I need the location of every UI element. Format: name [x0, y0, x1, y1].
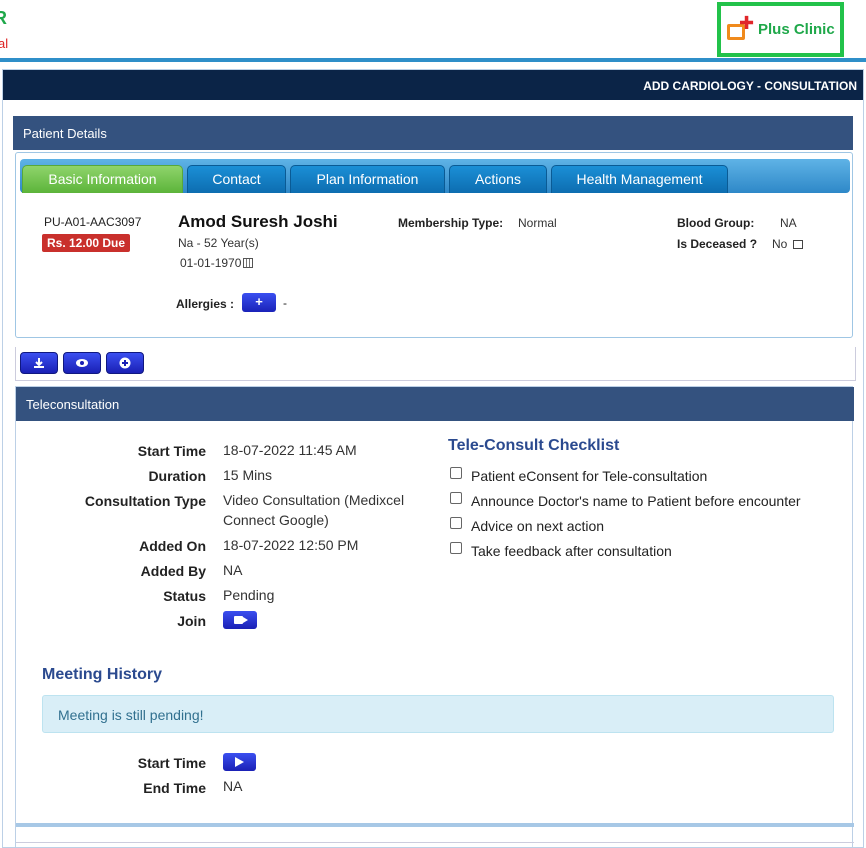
consultation-type-label: Consultation Type [84, 493, 206, 509]
patient-action-toolbar [15, 347, 856, 381]
add-allergy-button[interactable]: + [242, 293, 276, 312]
checklist-item-label: Patient eConsent for Tele-consultation [471, 468, 708, 484]
download-button[interactable] [20, 352, 58, 374]
added-on-label: Added On [139, 538, 206, 554]
deceased-value: No [772, 237, 788, 251]
patient-gender-age: Na - 52 Year(s) [178, 236, 259, 250]
section-divider [16, 842, 854, 843]
consultation-type-value: Video Consultation (Medixcel Connect Goo… [223, 492, 405, 528]
brand-name: Plus Clinic [758, 21, 835, 38]
history-start-label: Start Time [137, 755, 206, 771]
main-panel: ADD CARDIOLOGY - CONSULTATION Patient De… [2, 69, 864, 848]
download-icon [34, 358, 44, 368]
eye-icon [76, 359, 88, 367]
teleconsultation-card: Teleconsultation Start Time 18-07-2022 1… [15, 386, 854, 848]
added-by-label: Added By [140, 563, 206, 579]
tab-basic-information[interactable]: Basic Information [22, 165, 183, 193]
start-time-value: 18-07-2022 11:45 AM [223, 442, 357, 458]
edit-icon[interactable] [792, 240, 803, 249]
dob-value: 01-01-1970 [180, 256, 242, 270]
checklist-checkbox[interactable] [450, 492, 462, 504]
patient-id: PU-A01-AAC3097 [44, 215, 142, 229]
view-button[interactable] [63, 352, 101, 374]
status-label: Status [163, 588, 206, 604]
teleconsultation-title: Teleconsultation [26, 397, 120, 412]
meeting-history-title: Meeting History [42, 666, 163, 683]
deceased-value-group: No [772, 237, 803, 251]
logo-text-fragment: al [0, 36, 9, 51]
checklist-item: Take feedback after consultation [450, 542, 672, 559]
membership-value: Normal [518, 216, 557, 230]
checklist-title: Tele-Consult Checklist [448, 437, 620, 454]
clinic-plus-icon: ✚ [727, 14, 754, 42]
tab-health-management[interactable]: Health Management [551, 165, 728, 193]
membership-label: Membership Type: [398, 216, 504, 230]
duration-label: Duration [148, 468, 206, 484]
calendar-icon [243, 258, 254, 268]
checklist-item: Advice on next action [450, 517, 605, 534]
checklist-checkbox[interactable] [450, 517, 462, 529]
join-label: Join [177, 613, 206, 629]
blood-group-value: NA [780, 216, 797, 230]
tab-contact[interactable]: Contact [187, 165, 286, 193]
checklist-item-label: Advice on next action [471, 518, 605, 534]
start-time-label: Start Time [137, 443, 206, 459]
blood-group-label: Blood Group: [677, 216, 755, 230]
brand-logo[interactable]: ✚ Plus Clinic [717, 2, 844, 57]
checklist-item: Announce Doctor's name to Patient before… [450, 492, 801, 509]
teleconsultation-header: Teleconsultation [16, 387, 854, 421]
patient-dob: 01-01-1970 [180, 256, 254, 270]
logo-glyph: R [0, 8, 7, 28]
tab-actions[interactable]: Actions [449, 165, 547, 193]
checklist-item-label: Take feedback after consultation [471, 543, 672, 559]
added-on-value: 18-07-2022 12:50 PM [223, 537, 359, 553]
allergies-value: - [283, 296, 287, 310]
checklist-checkbox[interactable] [450, 542, 462, 554]
checklist-item: Patient eConsent for Tele-consultation [450, 467, 708, 484]
video-camera-icon [234, 616, 248, 624]
top-bar: R al ✚ Plus Clinic [0, 0, 866, 62]
allergies-label: Allergies : [176, 297, 235, 311]
app-logo-fragment[interactable]: R al [0, 6, 14, 56]
patient-card: Basic Information Contact Plan Informati… [15, 152, 853, 338]
history-end-label: End Time [143, 780, 206, 796]
patient-name: Amod Suresh Joshi [178, 212, 338, 231]
duration-value: 15 Mins [223, 467, 273, 483]
meeting-pending-alert: Meeting is still pending! [42, 695, 834, 733]
play-recording-button[interactable] [223, 753, 256, 771]
deceased-label: Is Deceased ? [677, 237, 758, 251]
patient-tabs: Basic Information Contact Plan Informati… [20, 159, 850, 193]
tab-plan-information[interactable]: Plan Information [290, 165, 445, 193]
add-button[interactable] [106, 352, 144, 374]
due-badge: Rs. 12.00 Due [42, 234, 131, 252]
patient-details-title: Patient Details [23, 126, 107, 141]
join-video-button[interactable] [223, 611, 257, 629]
checklist-item-label: Announce Doctor's name to Patient before… [471, 493, 801, 509]
added-by-value: NA [223, 562, 243, 578]
plus-circle-icon [119, 357, 131, 369]
page-title: ADD CARDIOLOGY - CONSULTATION [3, 70, 863, 100]
checklist-checkbox[interactable] [450, 467, 462, 479]
patient-details-header: Patient Details [13, 116, 853, 150]
section-divider [16, 823, 854, 827]
history-end-value: NA [223, 778, 243, 794]
status-value: Pending [223, 587, 275, 603]
